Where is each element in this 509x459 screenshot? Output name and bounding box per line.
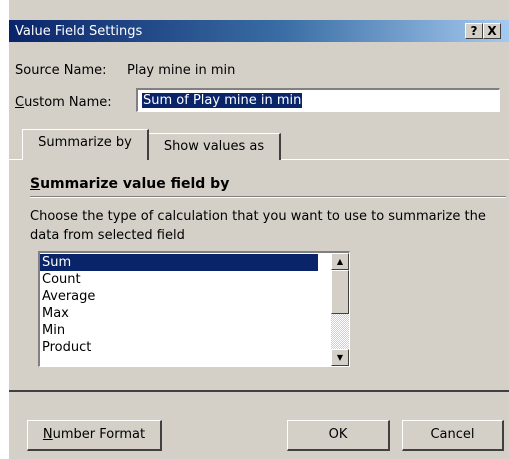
title-bar[interactable]: Value Field Settings ? X (9, 20, 509, 42)
cancel-button[interactable]: Cancel (402, 420, 504, 451)
list-item-sum[interactable]: Sum (40, 254, 318, 271)
number-format-label: umber Format (52, 427, 146, 442)
custom-name-label-text: ustom Name: (24, 95, 112, 110)
section-heading-text: ummarize value field by (40, 176, 230, 192)
custom-name-label: Custom Name: (15, 95, 112, 110)
close-button[interactable]: X (483, 23, 501, 39)
scroll-down-arrow-icon[interactable]: ▼ (331, 349, 349, 366)
number-format-accelerator: N (42, 427, 53, 442)
section-heading-accelerator: S (30, 176, 41, 192)
calculation-listbox[interactable]: Sum Count Average Max Min Product ▲ ▼ (38, 251, 350, 367)
calculation-description: Choose the type of calculation that you … (30, 209, 486, 243)
scrollbar-thumb[interactable] (331, 270, 349, 314)
calculation-list: Sum Count Average Max Min Product (40, 254, 318, 356)
custom-name-input[interactable]: Sum of Play mine in min (136, 88, 500, 112)
value-field-settings-dialog: Value Field Settings ? X Source Name: Pl… (8, 0, 509, 459)
list-item-average[interactable]: Average (40, 288, 318, 305)
list-scrollbar[interactable]: ▲ ▼ (331, 253, 349, 366)
list-item-count[interactable]: Count (40, 271, 318, 288)
help-button[interactable]: ? (465, 23, 483, 39)
list-item-max[interactable]: Max (40, 305, 318, 322)
source-name-label: Source Name: (15, 63, 107, 78)
section-heading: Summarize value field by (30, 176, 229, 192)
list-item-min[interactable]: Min (40, 322, 318, 339)
list-item-product[interactable]: Product (40, 339, 318, 356)
ok-button[interactable]: OK (287, 420, 390, 451)
custom-name-accelerator: C (15, 95, 25, 110)
tab-show-values-as[interactable]: Show values as (149, 133, 281, 160)
section-divider (30, 196, 506, 198)
tab-summarize-by[interactable]: Summarize by (22, 129, 149, 160)
number-format-button[interactable]: Number Format (27, 420, 162, 451)
source-name-value: Play mine in min (127, 63, 236, 78)
custom-name-value: Sum of Play mine in min (142, 93, 303, 108)
scroll-up-arrow-icon[interactable]: ▲ (331, 253, 349, 270)
dialog-title: Value Field Settings (15, 24, 143, 39)
